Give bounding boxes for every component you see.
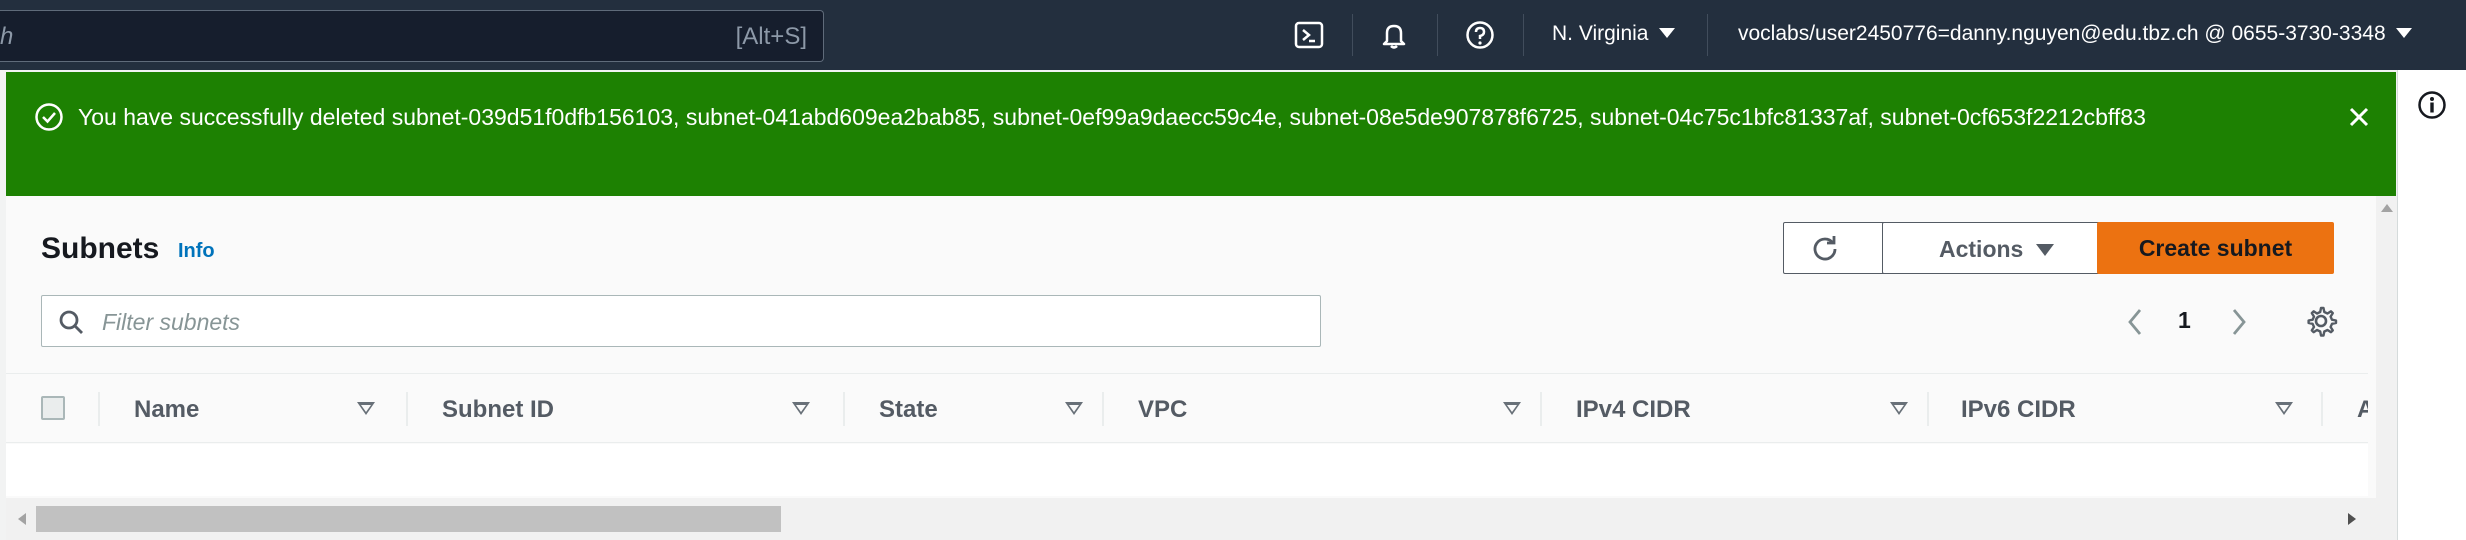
success-check-icon <box>35 103 63 131</box>
info-link[interactable]: Info <box>178 240 215 263</box>
notifications-bell-icon[interactable] <box>1378 19 1410 51</box>
column-header-subnet-id[interactable]: Subnet ID <box>442 374 842 444</box>
search-icon <box>59 310 83 334</box>
filter-subnets-input[interactable]: Filter subnets <box>41 295 1321 347</box>
help-icon[interactable] <box>1464 19 1496 51</box>
search-input-value: h <box>0 23 14 50</box>
column-header-vpc[interactable]: VPC <box>1138 374 1538 444</box>
column-header-state[interactable]: State <box>879 374 1099 444</box>
column-label: Name <box>134 396 200 423</box>
scroll-left-arrow-icon[interactable] <box>18 513 26 525</box>
subnets-table-container: Subnets Info Actions Create subnet Filte… <box>6 196 2397 540</box>
previous-page-icon[interactable] <box>2124 306 2146 338</box>
sort-icon <box>2275 402 2293 415</box>
scroll-right-arrow-icon[interactable] <box>2348 513 2356 525</box>
caret-down-icon <box>2036 244 2054 256</box>
column-label: A <box>2357 396 2368 423</box>
filter-placeholder: Filter subnets <box>102 309 241 335</box>
region-selector[interactable]: N. Virginia <box>1552 22 1675 46</box>
close-icon[interactable] <box>2342 100 2376 134</box>
column-label: VPC <box>1138 396 1188 423</box>
global-search-input[interactable]: h [Alt+S] <box>0 10 824 62</box>
create-subnet-button[interactable]: Create subnet <box>2097 222 2334 274</box>
gear-icon[interactable] <box>2304 304 2338 338</box>
scroll-up-arrow-icon[interactable] <box>2381 204 2393 212</box>
select-all-checkbox[interactable] <box>41 396 65 420</box>
tools-panel-rail <box>2397 70 2466 540</box>
chevron-down-icon <box>2395 28 2412 38</box>
chevron-down-icon <box>1658 28 1675 38</box>
column-header-name[interactable]: Name <box>134 374 404 444</box>
column-label: IPv4 CIDR <box>1576 396 1691 423</box>
info-icon[interactable] <box>2417 90 2447 120</box>
actions-label: Actions <box>1939 236 2024 262</box>
region-label: N. Virginia <box>1552 22 1649 45</box>
flash-message: You have successfully deleted subnet-039… <box>78 104 2146 130</box>
refresh-icon <box>1813 236 1837 261</box>
sort-icon <box>1503 402 1521 415</box>
column-label: Subnet ID <box>442 396 554 423</box>
sort-icon <box>357 402 375 415</box>
sort-icon <box>792 402 810 415</box>
account-menu[interactable]: voclabs/user2450776=danny.nguyen@edu.tbz… <box>1738 22 2412 46</box>
column-label: IPv6 CIDR <box>1961 396 2076 423</box>
column-header-truncated[interactable]: A <box>2357 374 2368 444</box>
scrollbar-thumb[interactable] <box>36 506 781 532</box>
horizontal-scrollbar[interactable] <box>6 498 2376 540</box>
column-label: State <box>879 396 938 423</box>
top-navigation-bar: h [Alt+S] N. Virginia voclabs/user245077… <box>0 0 2466 70</box>
table-header: Name Subnet ID State VPC IPv4 CIDR IPv6 … <box>6 373 2368 443</box>
sort-icon <box>1065 402 1083 415</box>
success-flash-notification: You have successfully deleted subnet-039… <box>6 72 2396 196</box>
next-page-icon[interactable] <box>2228 306 2250 338</box>
account-label: voclabs/user2450776=danny.nguyen@edu.tbz… <box>1738 22 2386 45</box>
column-header-ipv6-cidr[interactable]: IPv6 CIDR <box>1961 374 2301 444</box>
create-subnet-label: Create subnet <box>2138 235 2293 261</box>
search-shortcut-hint: [Alt+S] <box>735 23 807 50</box>
vertical-scrollbar[interactable] <box>2376 196 2397 540</box>
page-title: Subnets <box>41 232 160 265</box>
actions-dropdown-button[interactable]: Actions <box>1882 222 2122 274</box>
sort-icon <box>1890 402 1908 415</box>
cloudshell-icon[interactable] <box>1293 19 1325 51</box>
current-page-number[interactable]: 1 <box>2178 307 2191 334</box>
table-body-empty <box>6 444 2368 496</box>
column-header-ipv4-cidr[interactable]: IPv4 CIDR <box>1576 374 1916 444</box>
